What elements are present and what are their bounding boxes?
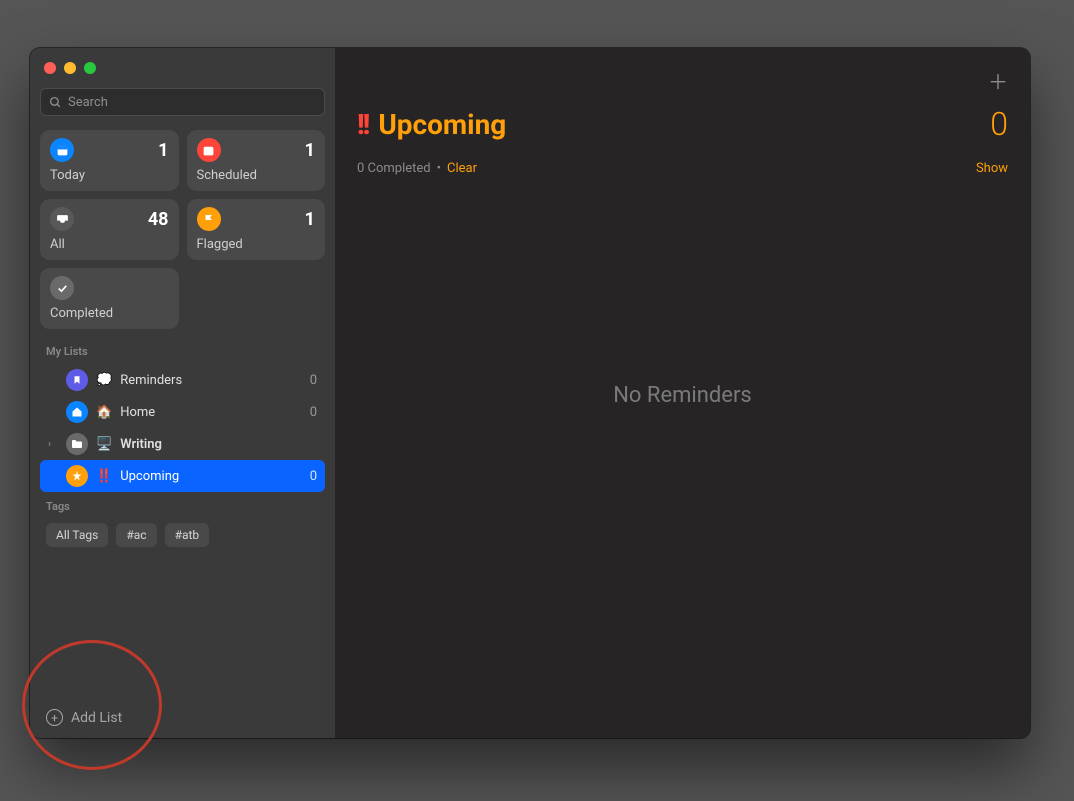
tags-row: All Tags #ac #atb [40, 519, 325, 551]
smart-all[interactable]: 48 All [40, 199, 179, 260]
add-list-button[interactable]: + Add List [40, 699, 325, 738]
main-panel: ＋ !! Upcoming 0 0 Completed • Clear Show… [335, 48, 1030, 738]
search-field[interactable] [40, 88, 325, 116]
list-name: Writing [120, 437, 309, 452]
list-prefix: ‼️ [96, 469, 112, 484]
smart-scheduled-label: Scheduled [197, 168, 316, 183]
fullscreen-window-button[interactable] [84, 62, 96, 74]
tray-icon [50, 207, 74, 231]
list-emoji: 🖥️ [96, 437, 112, 452]
list-name: Home [120, 405, 302, 420]
chevron-right-icon[interactable]: › [48, 439, 58, 450]
list-name: Upcoming [120, 469, 302, 484]
search-input[interactable] [68, 95, 316, 110]
list-count: 0 [310, 405, 317, 420]
priority-bangs-icon: !! [357, 108, 368, 141]
tag-all[interactable]: All Tags [46, 523, 108, 547]
search-icon [49, 96, 62, 109]
dot-separator: • [437, 161, 441, 176]
tag-ac[interactable]: #ac [116, 523, 156, 547]
clear-button[interactable]: Clear [447, 161, 477, 176]
smart-all-count: 48 [148, 209, 169, 230]
sidebar: 1 Today 1 Scheduled 48 [30, 48, 335, 738]
my-lists-header: My Lists [40, 337, 325, 364]
item-count: 0 [990, 105, 1008, 143]
list-reminders[interactable]: 💭 Reminders 0 [40, 364, 325, 396]
bookmark-icon [66, 369, 88, 391]
minimize-window-button[interactable] [64, 62, 76, 74]
smart-completed[interactable]: Completed [40, 268, 179, 329]
tags-header: Tags [40, 492, 325, 519]
app-window: 1 Today 1 Scheduled 48 [30, 48, 1030, 738]
list-emoji: 🏠 [96, 405, 112, 420]
calendar-icon [197, 138, 221, 162]
new-reminder-button[interactable]: ＋ [988, 66, 1008, 95]
close-window-button[interactable] [44, 62, 56, 74]
list-home[interactable]: 🏠 Home 0 [40, 396, 325, 428]
smart-flagged-count: 1 [305, 209, 315, 230]
smart-scheduled[interactable]: 1 Scheduled [187, 130, 326, 191]
house-icon [66, 401, 88, 423]
list-emoji: 💭 [96, 373, 112, 388]
list-count: 0 [310, 469, 317, 484]
smart-all-label: All [50, 237, 169, 252]
list-upcoming[interactable]: ‼️ Upcoming 0 [40, 460, 325, 492]
plus-circle-icon: + [46, 709, 63, 726]
checkmark-icon [50, 276, 74, 300]
page-title: Upcoming [378, 108, 506, 141]
smart-today[interactable]: 1 Today [40, 130, 179, 191]
list-name: Reminders [120, 373, 302, 388]
add-list-label: Add List [71, 710, 122, 726]
smart-flagged[interactable]: 1 Flagged [187, 199, 326, 260]
show-button[interactable]: Show [976, 161, 1008, 176]
list-writing[interactable]: › 🖥️ Writing [40, 428, 325, 460]
smart-scheduled-count: 1 [305, 140, 315, 161]
window-controls [40, 60, 325, 88]
completed-summary: 0 Completed [357, 161, 431, 176]
smart-completed-label: Completed [50, 306, 169, 321]
list-count: 0 [310, 373, 317, 388]
smart-list-icon [66, 465, 88, 487]
calendar-today-icon [50, 138, 74, 162]
tag-atb[interactable]: #atb [165, 523, 210, 547]
smart-flagged-label: Flagged [197, 237, 316, 252]
folder-icon [66, 433, 88, 455]
flag-icon [197, 207, 221, 231]
smart-today-count: 1 [158, 140, 168, 161]
empty-state-text: No Reminders [335, 383, 1030, 408]
smart-today-label: Today [50, 168, 169, 183]
title-row: !! Upcoming 0 [357, 105, 1008, 143]
sub-row: 0 Completed • Clear Show [357, 161, 1008, 176]
smart-lists: 1 Today 1 Scheduled 48 [40, 130, 325, 329]
